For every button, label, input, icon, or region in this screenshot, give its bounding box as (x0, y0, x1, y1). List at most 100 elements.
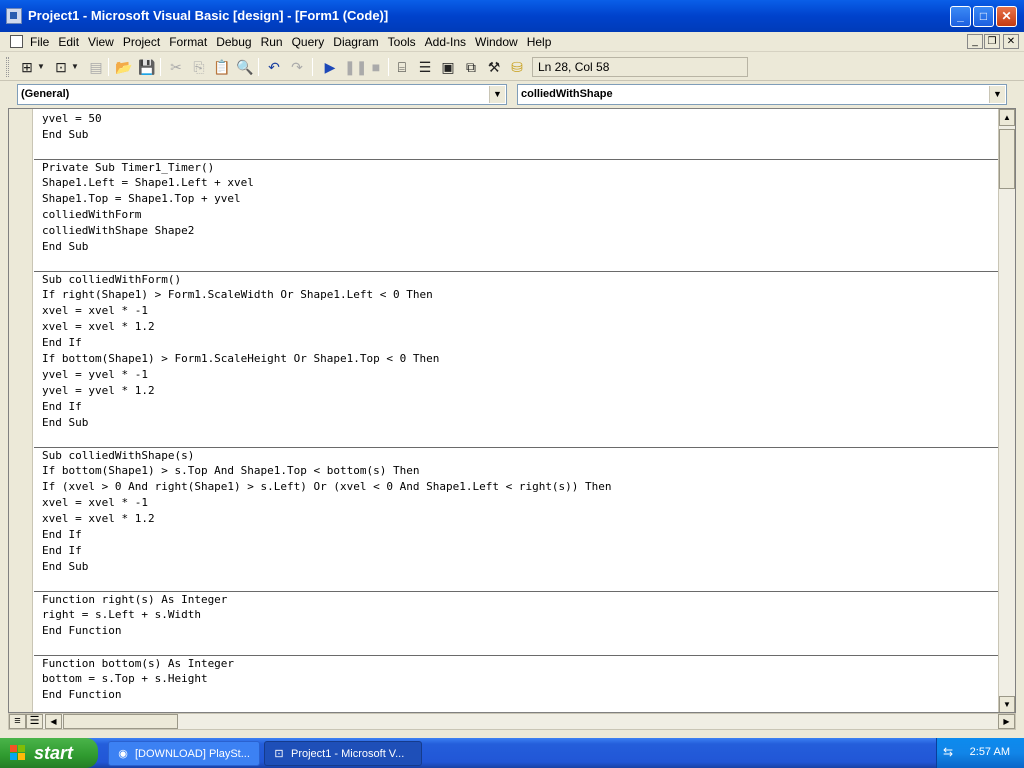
code-line[interactable]: xvel = xvel * -1 (34, 495, 1000, 511)
vertical-scroll-thumb[interactable] (999, 129, 1015, 189)
menu-format[interactable]: Format (169, 35, 207, 49)
code-line[interactable]: xvel = xvel * -1 (34, 303, 1000, 319)
code-line[interactable]: Shape1.Top = Shape1.Top + yvel (34, 191, 1000, 207)
code-line[interactable] (34, 143, 1000, 159)
menu-editor-icon[interactable]: ▤ (87, 58, 105, 76)
code-line[interactable]: End Sub (34, 239, 1000, 255)
code-line[interactable]: End Sub (34, 559, 1000, 575)
project-explorer-icon[interactable]: ⌸ (393, 58, 411, 76)
code-line[interactable]: yvel = 50 (34, 111, 1000, 127)
code-line[interactable]: Sub colliedWithShape(s) (34, 447, 1000, 463)
code-line[interactable]: yvel = yvel * -1 (34, 367, 1000, 383)
procedure-view-icon[interactable]: ≡ (9, 714, 26, 729)
end-icon[interactable]: ■ (367, 58, 385, 76)
scroll-down-arrow-icon[interactable]: ▼ (999, 696, 1015, 712)
code-text[interactable]: yvel = 50 End Sub Private Sub Timer1_Timer… (34, 111, 1000, 703)
title-bar[interactable]: Project1 - Microsoft Visual Basic [desig… (0, 0, 1024, 32)
menu-debug[interactable]: Debug (216, 35, 251, 49)
break-icon[interactable]: ❚❚ (344, 58, 367, 76)
menu-help[interactable]: Help (527, 35, 552, 49)
code-line[interactable]: End If (34, 543, 1000, 559)
network-icon[interactable]: ⇆ (943, 745, 953, 759)
vb-app-icon[interactable] (6, 8, 22, 24)
taskbar-item-vb[interactable]: ⊡ Project1 - Microsoft V... (264, 741, 422, 766)
form-layout-icon[interactable]: ▣ (439, 58, 457, 76)
menu-window[interactable]: Window (475, 35, 518, 49)
child-minimize-button[interactable]: _ (967, 34, 983, 49)
code-line[interactable]: If (xvel > 0 And right(Shape1) > s.Left)… (34, 479, 1000, 495)
vertical-scrollbar[interactable]: ▲ ▼ (998, 109, 1015, 712)
code-line[interactable]: End If (34, 335, 1000, 351)
horizontal-scroll-thumb[interactable] (63, 714, 178, 729)
menu-file[interactable]: File (30, 35, 49, 49)
object-browser-icon[interactable]: ⧉ (462, 58, 480, 76)
code-editor[interactable]: yvel = 50 End Sub Private Sub Timer1_Timer… (8, 108, 1016, 713)
paste-icon[interactable]: 📋 (213, 58, 231, 76)
chevron-down-icon[interactable]: ▼ (489, 86, 505, 103)
code-line[interactable]: Sub colliedWithForm() (34, 271, 1000, 287)
chevron-down-icon[interactable]: ▼ (989, 86, 1005, 103)
code-line[interactable] (34, 431, 1000, 447)
code-line[interactable]: Private Sub Timer1_Timer() (34, 159, 1000, 175)
code-line[interactable] (34, 639, 1000, 655)
taskbar-item-download[interactable]: ◉ [DOWNLOAD] PlaySt... (108, 741, 260, 766)
code-window-icon[interactable] (10, 35, 23, 48)
properties-icon[interactable]: ☰ (416, 58, 434, 76)
procedure-combo[interactable]: colliedWithShape ▼ (517, 84, 1007, 105)
code-line[interactable]: Function right(s) As Integer (34, 591, 1000, 607)
margin-indicator-bar[interactable] (9, 109, 33, 712)
close-button[interactable]: ✕ (996, 6, 1017, 27)
save-icon[interactable]: 💾 (138, 58, 156, 76)
full-module-view-icon[interactable]: ☰ (26, 714, 43, 729)
code-line[interactable]: colliedWithForm (34, 207, 1000, 223)
code-line[interactable]: colliedWithShape Shape2 (34, 223, 1000, 239)
code-line[interactable] (34, 575, 1000, 591)
start-button[interactable]: start (0, 738, 98, 768)
find-icon[interactable]: 🔍 (236, 58, 254, 76)
child-restore-button[interactable]: ❐ (984, 34, 1000, 49)
scroll-up-arrow-icon[interactable]: ▲ (999, 109, 1015, 126)
scroll-left-arrow-icon[interactable]: ◀ (45, 714, 62, 729)
cut-icon[interactable]: ✂ (167, 58, 185, 76)
object-combo[interactable]: (General) ▼ (17, 84, 507, 105)
code-line[interactable]: End If (34, 527, 1000, 543)
maximize-button[interactable]: □ (973, 6, 994, 27)
code-line[interactable]: xvel = xvel * 1.2 (34, 511, 1000, 527)
code-line[interactable]: End Sub (34, 127, 1000, 143)
horizontal-scrollbar[interactable]: ≡ ☰ ◀ ▶ (8, 713, 1016, 730)
code-line[interactable]: right = s.Left + s.Width (34, 607, 1000, 623)
copy-icon[interactable]: ⎘ (190, 58, 208, 76)
code-line[interactable]: xvel = xvel * 1.2 (34, 319, 1000, 335)
menu-edit[interactable]: Edit (58, 35, 79, 49)
menu-tools[interactable]: Tools (388, 35, 416, 49)
chevron-down-icon[interactable]: ▼ (36, 58, 46, 76)
code-line[interactable] (34, 255, 1000, 271)
menu-diagram[interactable]: Diagram (333, 35, 378, 49)
minimize-button[interactable]: _ (950, 6, 971, 27)
scroll-right-arrow-icon[interactable]: ▶ (998, 714, 1015, 729)
menu-project[interactable]: Project (123, 35, 160, 49)
open-icon[interactable]: 📂 (115, 58, 133, 76)
menu-add-ins[interactable]: Add-Ins (425, 35, 466, 49)
code-line[interactable]: End Function (34, 623, 1000, 639)
toolbox-icon[interactable]: ⚒ (485, 58, 503, 76)
undo-icon[interactable]: ↶ (265, 58, 283, 76)
data-view-icon[interactable]: ⛁ (508, 58, 526, 76)
menu-query[interactable]: Query (292, 35, 325, 49)
menu-view[interactable]: View (88, 35, 114, 49)
child-close-button[interactable]: ✕ (1003, 34, 1019, 49)
menu-run[interactable]: Run (261, 35, 283, 49)
clock[interactable]: 2:57 AM (970, 746, 1010, 758)
code-line[interactable]: End Sub (34, 415, 1000, 431)
code-line[interactable]: If right(Shape1) > Form1.ScaleWidth Or S… (34, 287, 1000, 303)
chevron-down-icon[interactable]: ▼ (70, 58, 80, 76)
add-form-icon[interactable]: ⊡ (52, 58, 70, 76)
add-project-icon[interactable]: ⊞ (18, 58, 36, 76)
start-icon[interactable]: ▶ (321, 58, 339, 76)
code-line[interactable]: yvel = yvel * 1.2 (34, 383, 1000, 399)
code-line[interactable]: End If (34, 399, 1000, 415)
code-line[interactable]: If bottom(Shape1) > s.Top And Shape1.Top… (34, 463, 1000, 479)
code-line[interactable]: End Function (34, 687, 1000, 703)
code-line[interactable]: Shape1.Left = Shape1.Left + xvel (34, 175, 1000, 191)
code-line[interactable]: bottom = s.Top + s.Height (34, 671, 1000, 687)
